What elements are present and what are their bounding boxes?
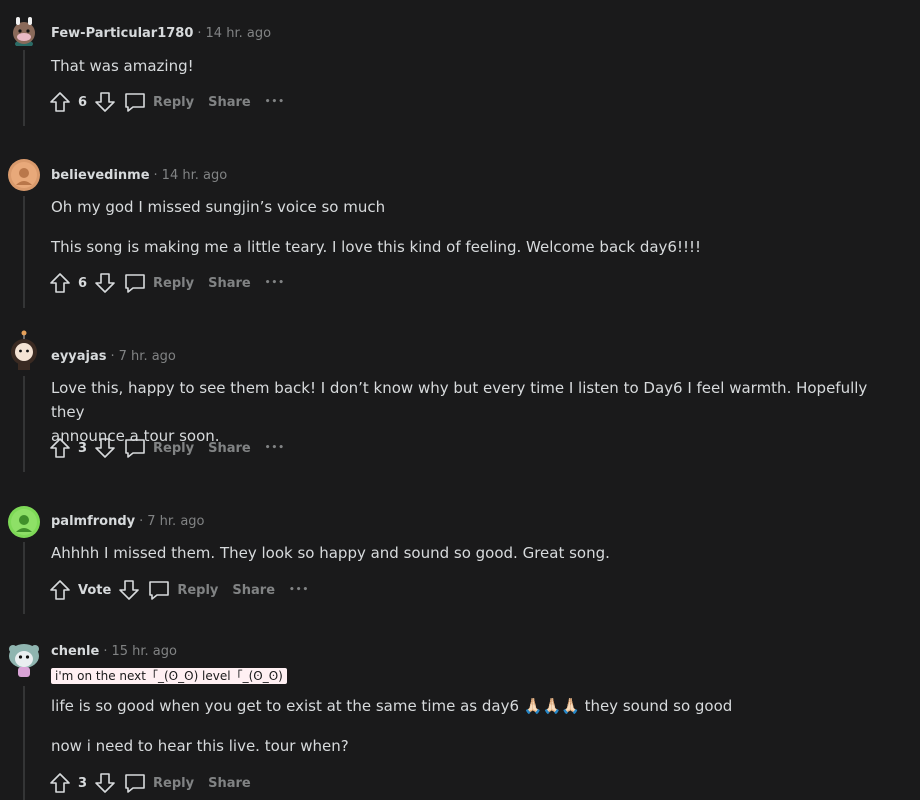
reply-label: Reply <box>153 440 195 456</box>
action-bar: 6 Reply Share ••• <box>48 271 287 295</box>
more-options-icon[interactable]: ••• <box>265 278 287 288</box>
downvote-button[interactable] <box>93 271 117 295</box>
more-options-icon[interactable]: ••• <box>265 443 287 453</box>
timestamp[interactable]: 7 hr. ago <box>147 514 204 529</box>
thread-line[interactable] <box>23 542 25 614</box>
action-bar: Vote Reply Share ••• <box>48 578 311 602</box>
comment-body: Oh my god I missed sungjin’s voice so mu… <box>51 195 901 259</box>
comment-body: Ahhhh I missed them. They look so happy … <box>51 541 901 565</box>
reply-button[interactable]: Reply <box>123 772 194 794</box>
comment-paragraph: That was amazing! <box>51 57 194 75</box>
reply-button[interactable]: Reply <box>123 91 194 113</box>
author-name[interactable]: chenle <box>51 644 99 659</box>
vote-label: Vote <box>78 582 112 598</box>
user-flair: i'm on the next「_(ʘ_ʘ) level「_(ʘ_ʘ) <box>51 668 287 684</box>
comment-header: chenle · 15 hr. ago <box>51 644 177 660</box>
comment-bubble-icon <box>125 274 145 293</box>
upvote-button[interactable] <box>48 271 72 295</box>
comment-paragraph: life is so good when you get to exist at… <box>51 697 733 715</box>
comment-bubble-icon <box>125 439 145 458</box>
upvote-icon <box>50 273 70 293</box>
comment-header: Few-Particular1780 · 14 hr. ago <box>51 26 271 42</box>
thread-line[interactable] <box>23 50 25 126</box>
upvote-icon <box>50 438 70 458</box>
separator-dot: · <box>197 26 202 41</box>
comment-paragraph: This song is making me a little teary. I… <box>51 238 702 256</box>
downvote-icon <box>95 92 115 112</box>
upvote-button[interactable] <box>48 578 72 602</box>
reply-label: Reply <box>153 275 195 291</box>
avatar[interactable] <box>8 14 40 48</box>
reply-button[interactable]: Reply <box>123 272 194 294</box>
author-name[interactable]: palmfrondy <box>51 514 135 529</box>
avatar[interactable] <box>8 330 40 370</box>
vote-score: 3 <box>78 440 88 456</box>
downvote-button[interactable] <box>93 771 117 795</box>
comment-bubble-icon <box>125 774 145 793</box>
thread-line[interactable] <box>23 376 25 472</box>
avatar[interactable] <box>8 159 40 191</box>
downvote-button[interactable] <box>117 578 141 602</box>
upvote-icon <box>50 92 70 112</box>
reply-label: Reply <box>177 582 219 598</box>
thread-line[interactable] <box>23 686 25 800</box>
share-button[interactable]: Share <box>208 776 251 791</box>
separator-dot: · <box>103 644 108 659</box>
avatar[interactable] <box>8 640 40 677</box>
downvote-button[interactable] <box>93 90 117 114</box>
author-name[interactable]: Few-Particular1780 <box>51 26 193 41</box>
downvote-icon <box>95 438 115 458</box>
vote-score: 3 <box>78 775 88 791</box>
more-options-icon[interactable]: ••• <box>265 97 287 107</box>
comment-header: palmfrondy · 7 hr. ago <box>51 514 205 530</box>
downvote-icon <box>95 273 115 293</box>
comment-header: believedinme · 14 hr. ago <box>51 168 227 184</box>
vote-score: 6 <box>78 94 88 110</box>
timestamp[interactable]: 7 hr. ago <box>119 349 176 364</box>
share-button[interactable]: Share <box>208 95 251 110</box>
action-bar: 3 Reply Share <box>48 771 251 795</box>
upvote-icon <box>50 773 70 793</box>
share-button[interactable]: Share <box>208 441 251 456</box>
upvote-button[interactable] <box>48 90 72 114</box>
timestamp[interactable]: 14 hr. ago <box>206 26 272 41</box>
upvote-button[interactable] <box>48 771 72 795</box>
comment-body: That was amazing! <box>51 54 901 78</box>
comment-bubble-icon <box>149 581 170 600</box>
author-name[interactable]: believedinme <box>51 168 150 183</box>
comment-paragraph: Ahhhh I missed them. They look so happy … <box>51 544 610 562</box>
separator-dot: · <box>139 514 144 529</box>
reply-button[interactable]: Reply <box>147 579 218 601</box>
comment-body: life is so good when you get to exist at… <box>51 694 901 758</box>
upvote-icon <box>50 580 70 600</box>
downvote-icon <box>119 580 140 600</box>
comment-paragraph: now i need to hear this live. tour when? <box>51 737 349 755</box>
downvote-icon <box>95 773 115 793</box>
action-bar: 6 Reply Share ••• <box>48 90 287 114</box>
reply-label: Reply <box>153 775 195 791</box>
timestamp[interactable]: 14 hr. ago <box>162 168 228 183</box>
comment-paragraph: Oh my god I missed sungjin’s voice so mu… <box>51 198 386 216</box>
thread-line[interactable] <box>23 196 25 308</box>
reply-label: Reply <box>153 94 195 110</box>
comment-header: eyyajas · 7 hr. ago <box>51 349 176 365</box>
author-name[interactable]: eyyajas <box>51 349 107 364</box>
comment-paragraph: Love this, happy to see them back! I don… <box>51 379 868 421</box>
timestamp[interactable]: 15 hr. ago <box>111 644 177 659</box>
separator-dot: · <box>110 349 115 364</box>
avatar[interactable] <box>8 506 40 538</box>
downvote-button[interactable] <box>93 436 117 460</box>
share-button[interactable]: Share <box>208 276 251 291</box>
upvote-button[interactable] <box>48 436 72 460</box>
comment-bubble-icon <box>125 93 145 112</box>
vote-score: 6 <box>78 275 88 291</box>
reply-button[interactable]: Reply <box>123 437 194 459</box>
share-button[interactable]: Share <box>232 583 275 598</box>
more-options-icon[interactable]: ••• <box>289 585 311 595</box>
separator-dot: · <box>153 168 158 183</box>
action-bar: 3 Reply Share ••• <box>48 436 287 460</box>
